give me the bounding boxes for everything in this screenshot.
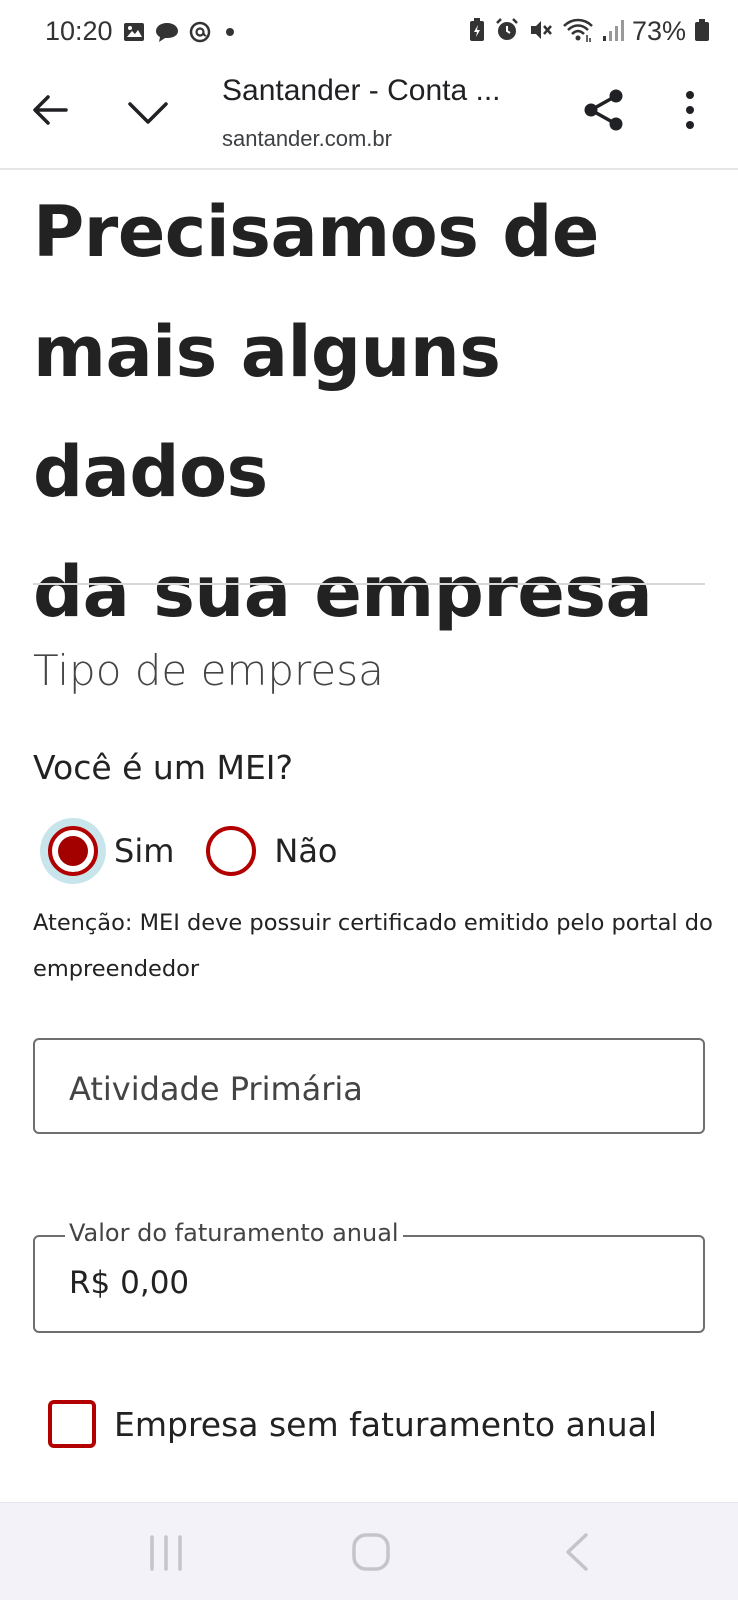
battery-saver-icon: [468, 17, 486, 47]
recent-apps-icon[interactable]: [146, 1533, 186, 1573]
dot-icon: [220, 20, 240, 48]
no-revenue-option[interactable]: Empresa sem faturamento anual: [48, 1400, 657, 1448]
battery-icon: [694, 17, 710, 47]
signal-icon: [602, 17, 624, 47]
radio-option-sim[interactable]: Sim: [40, 818, 174, 884]
radio-button-nao[interactable]: [206, 826, 257, 876]
heading-line: mais alguns dados: [33, 311, 501, 513]
no-revenue-checkbox[interactable]: [48, 1400, 96, 1448]
primary-activity-field[interactable]: Atividade Primária: [33, 1038, 705, 1134]
heading-line: da sua empresa: [33, 551, 653, 633]
no-revenue-label[interactable]: Empresa sem faturamento anual: [114, 1405, 657, 1444]
annual-revenue-field[interactable]: Valor do faturamento anual R$ 0,00: [33, 1219, 705, 1333]
annual-revenue-label: Valor do faturamento anual: [65, 1219, 403, 1247]
mei-question: Você é um MEI?: [33, 748, 294, 787]
radio-option-nao[interactable]: Não: [206, 826, 338, 876]
threads-icon: [188, 20, 212, 48]
section-title: Tipo de empresa: [33, 646, 384, 695]
chevron-down-icon[interactable]: [124, 90, 172, 134]
focus-ring: [40, 818, 106, 884]
battery-percent: 73%: [631, 16, 686, 46]
status-bar: 10:20 73%: [0, 0, 738, 68]
radio-button-sim[interactable]: [48, 826, 98, 876]
share-icon[interactable]: [580, 86, 628, 134]
browser-toolbar: Santander - Conta ... santander.com.br: [0, 68, 738, 170]
page-url[interactable]: santander.com.br: [222, 126, 392, 152]
mute-icon: [528, 17, 554, 47]
alarm-icon: [494, 17, 520, 47]
status-time: 10:20: [45, 16, 113, 46]
section-divider: [33, 583, 705, 585]
notification-icons: [122, 20, 240, 48]
radio-selected-dot: [58, 836, 88, 866]
gallery-icon: [122, 20, 146, 48]
mei-notice: Atenção: MEI deve possuir certificado em…: [33, 910, 713, 982]
chat-icon: [154, 20, 180, 48]
home-icon[interactable]: [350, 1531, 392, 1573]
nav-back-icon[interactable]: [562, 1531, 592, 1573]
wifi-icon: [562, 17, 594, 47]
heading-line: Precisamos de: [33, 191, 599, 273]
more-options-icon[interactable]: [678, 88, 702, 132]
system-status: 73%: [468, 16, 710, 47]
page-heading: Precisamos de mais alguns dados da sua e…: [33, 172, 713, 652]
mei-radio-group: Sim Não: [40, 818, 338, 884]
primary-activity-placeholder: Atividade Primária: [69, 1070, 363, 1108]
page-title: Santander - Conta ...: [222, 74, 501, 107]
radio-label-sim[interactable]: Sim: [114, 832, 174, 870]
back-arrow-icon[interactable]: [28, 88, 72, 132]
system-nav-bar: [0, 1502, 738, 1600]
radio-label-nao[interactable]: Não: [274, 832, 337, 870]
annual-revenue-value[interactable]: R$ 0,00: [69, 1265, 189, 1301]
